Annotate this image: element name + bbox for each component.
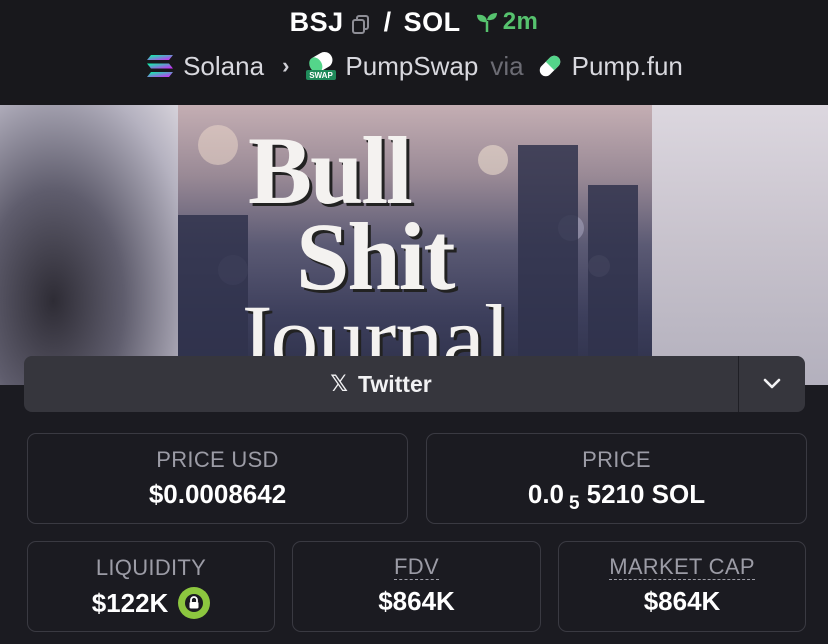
chevron-down-icon <box>763 378 781 389</box>
launchpad-link[interactable]: Pump.fun <box>536 51 683 82</box>
stat-label: MARKET CAP <box>609 554 755 580</box>
price-suffix: 5210 SOL <box>586 479 706 509</box>
stat-value: $864K <box>378 586 455 616</box>
pair-header: BSJ / SOL 2m Solana › SWAP PumpSwap via … <box>0 0 828 105</box>
token-banner: Bull Shit Journal <box>0 105 828 385</box>
more-links-button[interactable] <box>739 356 805 412</box>
stat-price-usd: PRICE USD $0.0008642 <box>27 433 408 524</box>
sprout-icon <box>476 13 497 32</box>
lock-icon <box>185 594 204 612</box>
dex-name: PumpSwap <box>345 50 479 81</box>
pair-title: BSJ / SOL 2m <box>0 4 828 40</box>
banner-image: Bull Shit Journal <box>178 105 652 385</box>
stat-label: PRICE USD <box>156 447 279 472</box>
twitter-link[interactable]: 𝕏 Twitter <box>24 356 738 412</box>
swap-badge-text: SWAP <box>310 71 334 80</box>
x-logo-icon: 𝕏 <box>330 371 349 396</box>
liquidity-lock-button[interactable] <box>178 587 211 619</box>
quote-token-symbol: SOL <box>403 6 461 37</box>
dex-link[interactable]: SWAP PumpSwap <box>305 51 478 82</box>
stat-value: $864K <box>643 586 721 616</box>
liquidity-value: $122K <box>91 587 169 618</box>
stat-label: LIQUIDITY <box>95 555 207 580</box>
copy-icon[interactable] <box>350 11 372 34</box>
price-prefix: 0.0 <box>527 479 565 509</box>
launchpad-name: Pump.fun <box>571 50 683 81</box>
pumpswap-icon: SWAP <box>306 52 337 80</box>
pair-separator: / <box>383 6 392 37</box>
stat-value: 0.0 5 5210 SOL <box>427 479 806 514</box>
chevron-right-icon: › <box>282 53 290 78</box>
chain-breadcrumb: Solana › SWAP PumpSwap via Pump.fun <box>0 46 828 86</box>
via-label: via <box>490 50 524 81</box>
pair-age: 2m <box>475 8 539 36</box>
stat-value: $0.0008642 <box>148 479 287 509</box>
base-token-symbol: BSJ <box>289 6 344 37</box>
pair-age-value: 2m <box>502 8 539 35</box>
solana-logo-icon <box>147 55 174 77</box>
stat-label: FDV <box>394 554 439 580</box>
chain-name: Solana <box>183 50 265 81</box>
stat-price-native: PRICE 0.0 5 5210 SOL <box>426 433 807 524</box>
stat-value: $122K <box>28 587 274 619</box>
banner-blur-right <box>650 105 828 385</box>
banner-blur-left <box>0 105 178 385</box>
price-zero-count: 5 <box>569 492 580 514</box>
stat-fdv[interactable]: FDV $864K <box>292 541 541 632</box>
social-links-bar: 𝕏 Twitter <box>24 356 805 412</box>
twitter-label: Twitter <box>358 370 432 397</box>
stat-market-cap[interactable]: MARKET CAP $864K <box>558 541 806 632</box>
pill-icon <box>539 55 560 77</box>
chain-link[interactable]: Solana <box>145 51 264 82</box>
stat-liquidity: LIQUIDITY $122K <box>27 541 275 632</box>
stat-label: PRICE <box>582 447 651 472</box>
